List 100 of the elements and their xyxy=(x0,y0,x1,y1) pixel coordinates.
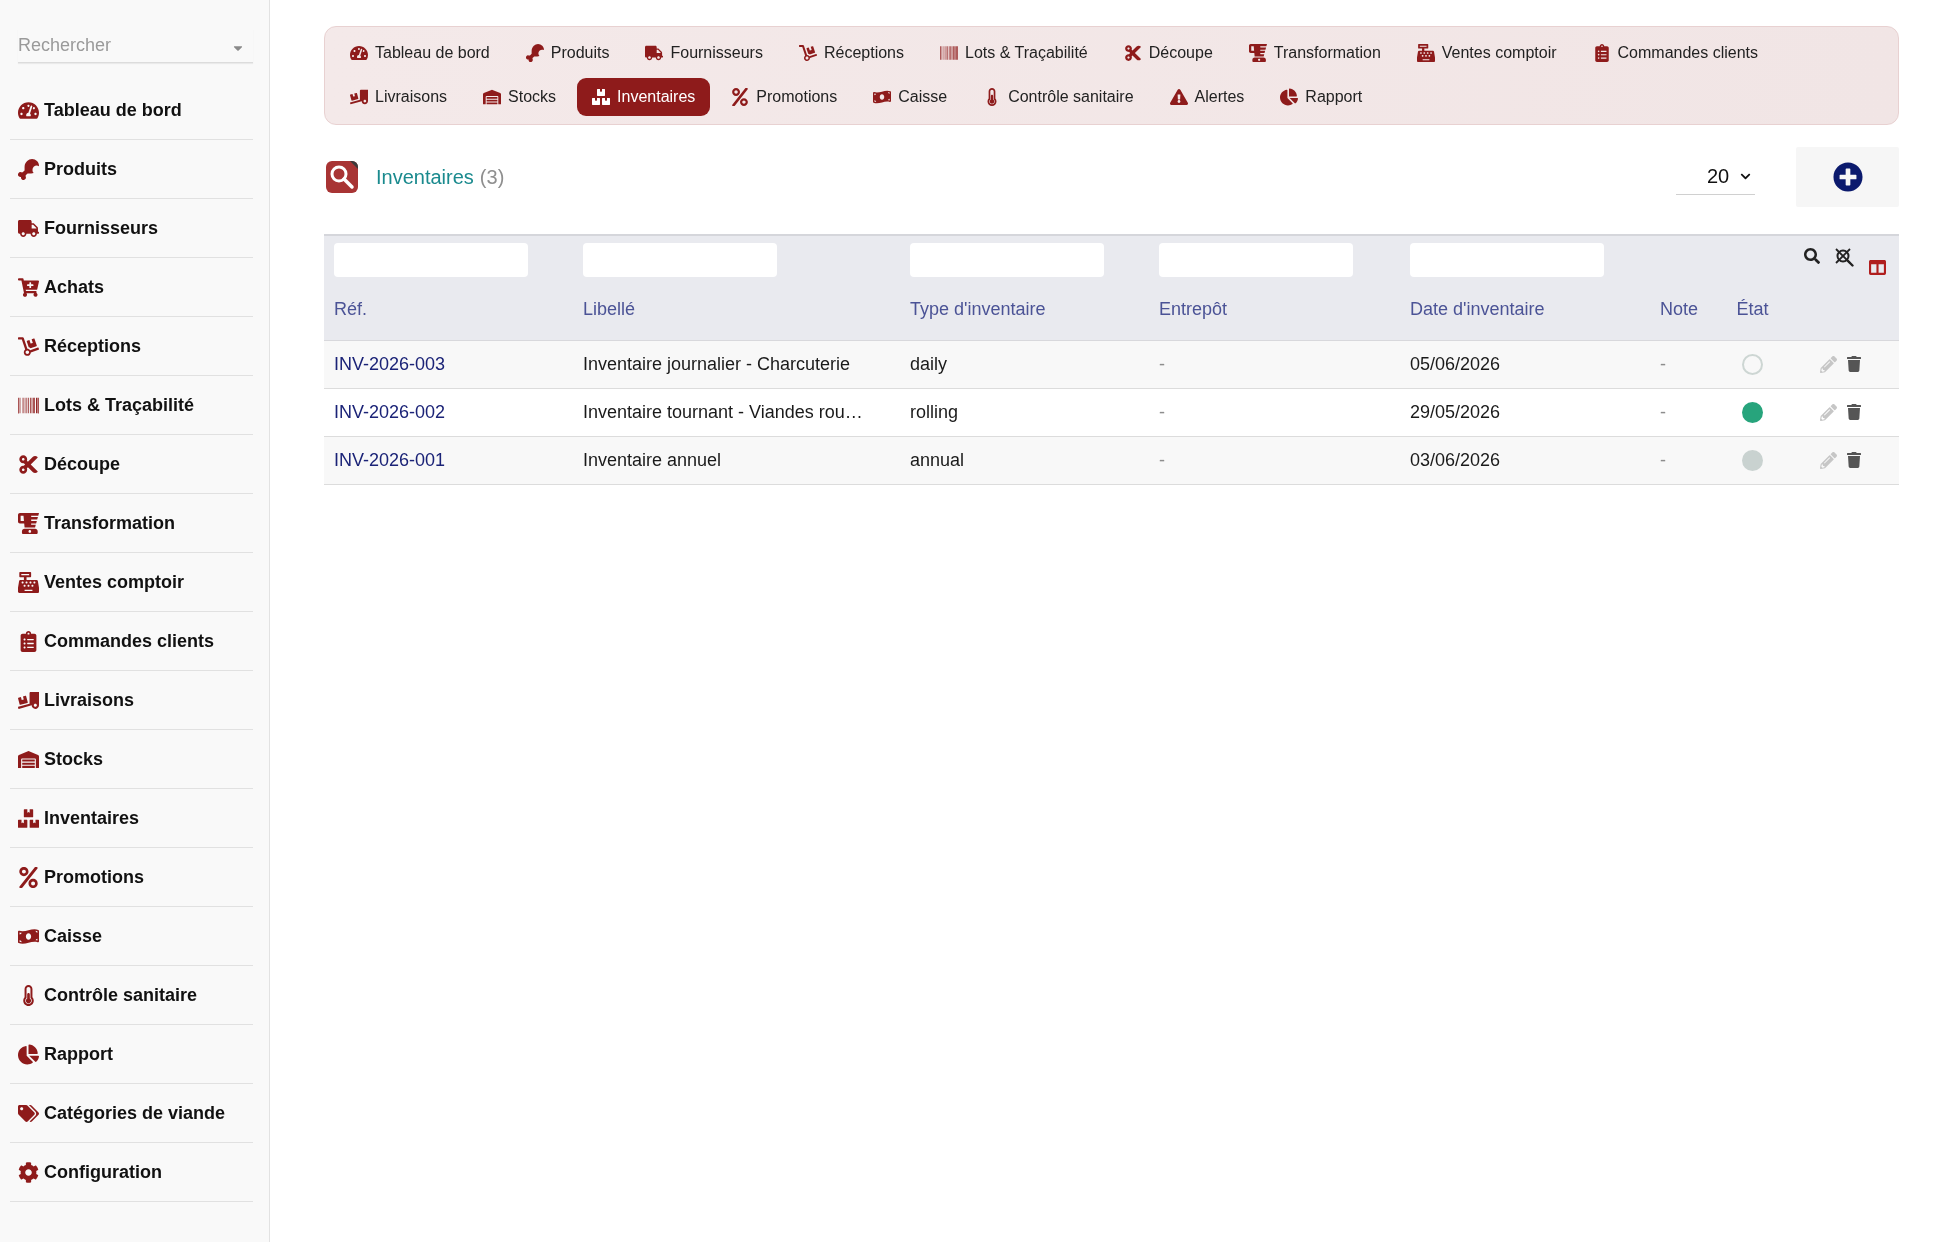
banknote-icon xyxy=(873,88,892,106)
sidebar-item[interactable]: Contrôle sanitaire xyxy=(10,966,253,1025)
nav-tab[interactable]: Tableau de bord xyxy=(335,34,505,72)
cash-register-icon xyxy=(18,571,39,593)
nav-tab[interactable]: Rapport xyxy=(1265,78,1378,116)
nav-tab[interactable]: Stocks xyxy=(468,78,572,116)
page-size-select[interactable]: 20 xyxy=(1676,159,1755,195)
truck-icon xyxy=(645,44,664,62)
sidebar-item[interactable]: Rapport xyxy=(10,1025,253,1084)
sidebar-item[interactable]: Promotions xyxy=(10,848,253,907)
loading-truck-icon xyxy=(350,88,368,106)
sidebar-item[interactable]: Tableau de bord xyxy=(10,81,253,140)
nav-tab[interactable]: Caisse xyxy=(858,78,963,116)
drumstick-icon xyxy=(525,44,544,62)
scissors-icon xyxy=(18,453,39,475)
nav-tab[interactable]: Produits xyxy=(510,34,625,72)
sidebar-item[interactable]: Réceptions xyxy=(10,317,253,376)
sidebar-item[interactable]: Découpe xyxy=(10,435,253,494)
pie-chart-icon xyxy=(1280,88,1299,106)
scissors-icon xyxy=(1123,44,1142,62)
table-cell: - xyxy=(1159,401,1165,422)
nav-tab[interactable]: Réceptions xyxy=(783,34,919,72)
column-header[interactable]: Type d'inventaire xyxy=(910,299,1046,320)
cash-register-icon xyxy=(1416,44,1435,62)
warehouse-icon xyxy=(18,748,39,770)
table-cell: Inventaire journalier - Charcuterie xyxy=(583,353,851,374)
nav-tab[interactable]: Découpe xyxy=(1108,34,1228,72)
gauge-icon xyxy=(18,99,39,121)
columns-icon[interactable] xyxy=(1869,259,1886,276)
table-cell: rolling xyxy=(910,401,959,422)
loading-truck-icon xyxy=(18,689,39,711)
table-cell: daily xyxy=(910,353,948,374)
search-icon[interactable] xyxy=(1804,248,1820,264)
table-cell: - xyxy=(1660,449,1666,470)
column-header[interactable]: Libellé xyxy=(583,299,636,320)
barcode-icon xyxy=(940,44,958,62)
sidebar-item[interactable]: Fournisseurs xyxy=(10,199,253,258)
nav-tab[interactable]: Commandes clients xyxy=(1577,34,1773,72)
reference-link[interactable]: INV-2026-001 xyxy=(334,449,446,470)
tags-icon xyxy=(18,1102,39,1124)
trash-icon[interactable] xyxy=(1846,356,1862,372)
add-button[interactable] xyxy=(1796,147,1899,207)
drumstick-icon xyxy=(18,158,39,180)
boxes-icon xyxy=(18,807,39,829)
trash-icon[interactable] xyxy=(1846,452,1862,468)
truck-icon xyxy=(18,217,39,239)
nav-tab[interactable]: Ventes comptoir xyxy=(1401,34,1572,72)
sidebar-item[interactable]: Configuration xyxy=(10,1143,253,1202)
table-cell: Inventaire tournant - Viandes rou… xyxy=(583,401,863,422)
nav-tab[interactable]: Transformation xyxy=(1233,34,1396,72)
nav-tab[interactable]: Contrôle sanitaire xyxy=(968,78,1149,116)
column-header[interactable]: Réf. xyxy=(334,299,367,320)
table-cell: - xyxy=(1159,353,1165,374)
nav-tab[interactable]: Alertes xyxy=(1154,78,1260,116)
nav-tab[interactable]: Promotions xyxy=(716,78,853,116)
sidebar-item[interactable]: Transformation xyxy=(10,494,253,553)
pencil-icon[interactable] xyxy=(1820,355,1837,373)
trash-icon[interactable] xyxy=(1846,404,1862,420)
reference-link[interactable]: INV-2026-003 xyxy=(334,353,446,374)
table-cell: 29/05/2026 xyxy=(1410,401,1501,422)
nav-tab[interactable]: Lots & Traçabilité xyxy=(925,34,1103,72)
table-cell: 05/06/2026 xyxy=(1410,353,1501,374)
table-cell: Inventaire annuel xyxy=(583,449,722,470)
sidebar-item[interactable]: Caisse xyxy=(10,907,253,966)
sidebar-item[interactable]: Achats xyxy=(10,258,253,317)
nav-tab[interactable]: Inventaires xyxy=(577,78,711,116)
clipboard-icon xyxy=(18,630,39,652)
table-cell: 03/06/2026 xyxy=(1410,449,1501,470)
clipboard-icon xyxy=(1592,44,1611,62)
sidebar-item[interactable]: Inventaires xyxy=(10,789,253,848)
blender-icon xyxy=(18,512,39,534)
nav-tab[interactable]: Livraisons xyxy=(335,78,463,116)
magnifier-tile-icon xyxy=(326,161,358,193)
warehouse-icon xyxy=(483,88,502,106)
table-cell: - xyxy=(1660,353,1666,374)
column-header[interactable]: Entrepôt xyxy=(1159,299,1228,320)
blender-icon xyxy=(1248,44,1267,62)
chevron-down-icon xyxy=(1740,171,1752,182)
boxes-icon xyxy=(592,88,611,106)
pie-chart-icon xyxy=(18,1043,39,1065)
search-field[interactable]: Rechercher xyxy=(18,29,253,63)
crossed-magnifier-icon[interactable] xyxy=(1835,248,1854,267)
table-cell: - xyxy=(1660,401,1666,422)
gauge-icon xyxy=(350,44,368,62)
record-count: (3) xyxy=(479,165,505,189)
sidebar-item[interactable]: Produits xyxy=(10,140,253,199)
settings-icon xyxy=(18,1161,39,1183)
column-header[interactable]: État xyxy=(1736,299,1769,320)
pencil-icon[interactable] xyxy=(1820,403,1837,421)
reference-link[interactable]: INV-2026-002 xyxy=(334,401,446,422)
sidebar-item[interactable]: Ventes comptoir xyxy=(10,553,253,612)
nav-tab[interactable]: Fournisseurs xyxy=(630,34,778,72)
sidebar-item[interactable]: Stocks xyxy=(10,730,253,789)
pencil-icon[interactable] xyxy=(1820,451,1837,469)
sidebar-item[interactable]: Catégories de viande xyxy=(10,1084,253,1143)
sidebar-item[interactable]: Lots & Traçabilité xyxy=(10,376,253,435)
column-header[interactable]: Date d'inventaire xyxy=(1410,299,1545,320)
column-header[interactable]: Note xyxy=(1660,299,1699,320)
sidebar-item[interactable]: Livraisons xyxy=(10,671,253,730)
sidebar-item[interactable]: Commandes clients xyxy=(10,612,253,671)
